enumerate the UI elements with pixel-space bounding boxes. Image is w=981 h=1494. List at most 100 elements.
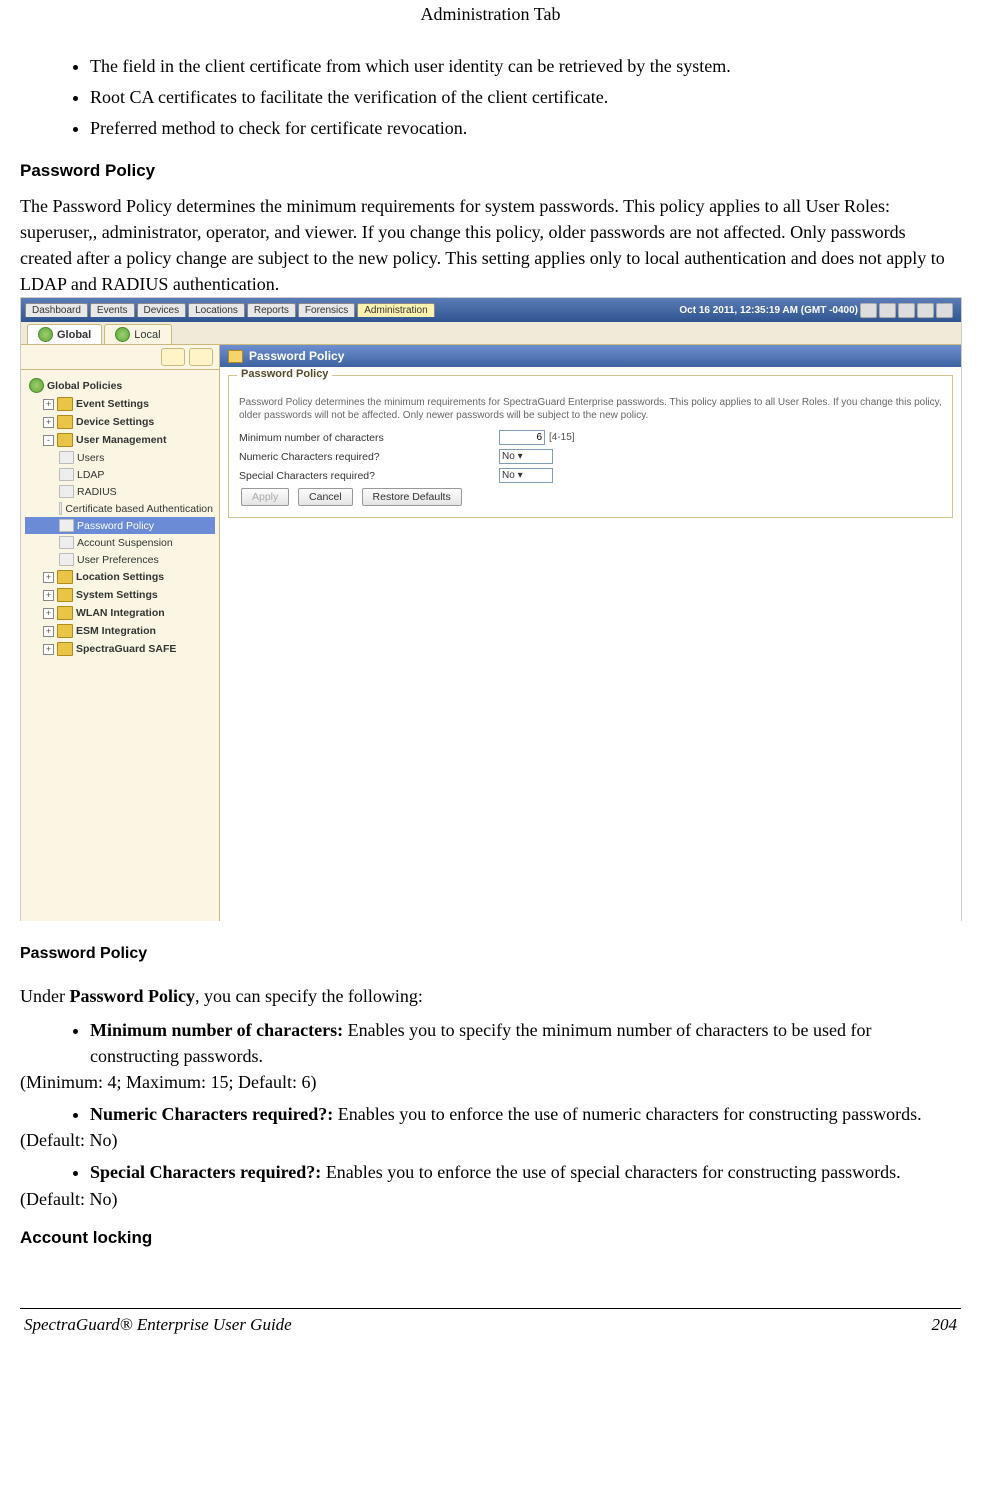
footer-title: SpectraGuard® Enterprise User Guide — [24, 1315, 292, 1335]
tab-label: Forensics — [305, 305, 348, 316]
collapse-icon[interactable]: - — [43, 435, 54, 446]
tree-leaf-radius[interactable]: RADIUS — [25, 483, 215, 500]
intro-bullet-list: The field in the client certificate from… — [20, 53, 961, 143]
toolbar-icon[interactable] — [917, 303, 934, 318]
list-item: Numeric Characters required?: Enables yo… — [90, 1101, 961, 1127]
globe-icon — [29, 378, 44, 393]
app-screenshot: Dashboard Events Devices Locations Repor… — [20, 297, 962, 921]
tree-leaf-cert-auth[interactable]: Certificate based Authentication — [25, 500, 215, 517]
tree-label: System Settings — [76, 589, 158, 601]
folder-icon — [57, 606, 73, 620]
special-required-select[interactable]: No ▾ — [499, 468, 553, 483]
toolbar-icon[interactable] — [860, 303, 877, 318]
expand-icon[interactable]: + — [43, 644, 54, 655]
section-body: The Password Policy determines the minim… — [20, 193, 961, 297]
tree-node-spectraguard-safe[interactable]: + SpectraGuard SAFE — [25, 640, 215, 658]
tree-node-event-settings[interactable]: +Event Settings — [25, 395, 215, 413]
item-term: Special Characters required?: — [90, 1162, 321, 1182]
tab-administration[interactable]: Administration — [357, 303, 434, 317]
folder-icon — [57, 588, 73, 602]
tree-node-location-settings[interactable]: +Location Settings — [25, 568, 215, 586]
tree-label: User Management — [76, 434, 166, 446]
tab-label: Locations — [195, 305, 238, 316]
item-note: (Default: No) — [20, 1189, 961, 1210]
nav-tree: Global Policies +Event Settings + Device … — [21, 370, 219, 662]
tab-label: Administration — [364, 305, 427, 316]
tree-label: Device Settings — [76, 416, 154, 428]
tree-node-system-settings[interactable]: + System Settings — [25, 586, 215, 604]
toolbar-icon[interactable] — [898, 303, 915, 318]
text: Under — [20, 986, 69, 1006]
text: , you can specify the following: — [195, 986, 423, 1006]
tree-leaf-password-policy[interactable]: Password Policy — [25, 517, 215, 534]
tab-locations[interactable]: Locations — [188, 303, 245, 317]
tree-label: User Preferences — [77, 554, 159, 566]
page-footer: SpectraGuard® Enterprise User Guide 204 — [20, 1309, 961, 1335]
tree-node-esm-integration[interactable]: +ESM Integration — [25, 622, 215, 640]
fieldset-legend: Password Policy — [237, 368, 332, 380]
expand-icon[interactable]: + — [43, 417, 54, 428]
item-note: (Default: No) — [20, 1130, 961, 1151]
item-desc: Enables you to enforce the use of specia… — [321, 1162, 900, 1182]
footer-page-number: 204 — [932, 1315, 958, 1335]
tab-label: Events — [97, 305, 128, 316]
leaf-icon — [59, 553, 74, 566]
leaf-icon — [59, 451, 74, 464]
tree-label: SpectraGuard SAFE — [76, 643, 176, 655]
apply-button[interactable]: Apply — [241, 488, 289, 506]
expand-icon[interactable]: + — [43, 608, 54, 619]
tree-label: WLAN Integration — [76, 607, 165, 619]
content-pane: Password Policy Password Policy Password… — [220, 345, 961, 921]
tree-label: Account Suspension — [77, 537, 173, 549]
expand-icon[interactable]: + — [43, 626, 54, 637]
expand-icon[interactable]: + — [43, 399, 54, 410]
min-characters-input[interactable] — [499, 430, 545, 445]
tree-node-user-management[interactable]: - User Management — [25, 431, 215, 449]
tab-dashboard[interactable]: Dashboard — [25, 303, 88, 317]
content-title: Password Policy — [249, 349, 344, 363]
tree-root[interactable]: Global Policies — [25, 376, 215, 395]
sidebar-tool-icon[interactable] — [161, 348, 185, 366]
leaf-icon — [59, 485, 74, 498]
title-icon — [228, 350, 243, 363]
globe-icon — [38, 327, 53, 342]
row-numeric-required: Numeric Characters required? No ▾ — [239, 447, 942, 466]
row-min-characters: Minimum number of characters [4-15] — [239, 428, 942, 447]
tab-reports[interactable]: Reports — [247, 303, 296, 317]
toolbar-icon[interactable] — [936, 303, 953, 318]
subtab-local[interactable]: Local — [104, 324, 171, 344]
numeric-required-select[interactable]: No ▾ — [499, 449, 553, 464]
tab-devices[interactable]: Devices — [137, 303, 187, 317]
password-policy-fieldset: Password Policy Password Policy determin… — [228, 375, 953, 518]
tree-leaf-account-suspension[interactable]: Account Suspension — [25, 534, 215, 551]
leaf-icon — [59, 536, 74, 549]
subtab-global[interactable]: Global — [27, 324, 102, 344]
folder-icon — [57, 415, 73, 429]
list-item: The field in the client certificate from… — [90, 53, 961, 81]
field-label: Minimum number of characters — [239, 432, 499, 444]
tab-events[interactable]: Events — [90, 303, 135, 317]
cancel-button[interactable]: Cancel — [298, 488, 353, 506]
tree-label: Global Policies — [47, 380, 122, 392]
restore-defaults-button[interactable]: Restore Defaults — [362, 488, 462, 506]
folder-icon — [57, 642, 73, 656]
field-description-list: Minimum number of characters: Enables yo… — [20, 1017, 961, 1069]
tree-label: Password Policy — [77, 520, 154, 532]
item-desc: Enables you to enforce the use of numeri… — [333, 1104, 921, 1124]
tab-label: Reports — [254, 305, 289, 316]
toolbar-icon[interactable] — [879, 303, 896, 318]
expand-icon[interactable]: + — [43, 590, 54, 601]
leaf-icon — [59, 468, 74, 481]
tree-leaf-users[interactable]: Users — [25, 449, 215, 466]
tree-label: LDAP — [77, 469, 104, 481]
tree-node-wlan-integration[interactable]: + WLAN Integration — [25, 604, 215, 622]
expand-icon[interactable]: + — [43, 572, 54, 583]
folder-icon — [57, 570, 73, 584]
tree-leaf-user-preferences[interactable]: User Preferences — [25, 551, 215, 568]
tab-forensics[interactable]: Forensics — [298, 303, 355, 317]
tree-leaf-ldap[interactable]: LDAP — [25, 466, 215, 483]
field-label: Numeric Characters required? — [239, 451, 499, 463]
tree-node-device-settings[interactable]: + Device Settings — [25, 413, 215, 431]
section-heading-account-locking: Account locking — [20, 1228, 961, 1248]
sidebar-tool-icon[interactable] — [189, 348, 213, 366]
